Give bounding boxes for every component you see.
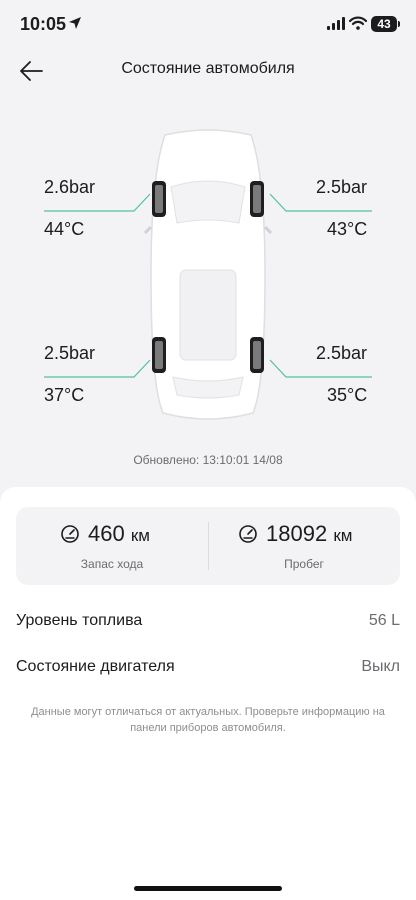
fuel-level-row: Уровень топлива 56 L bbox=[16, 612, 400, 636]
engine-state-row: Состояние двигателя Выкл bbox=[16, 658, 400, 682]
speedometer-icon bbox=[239, 525, 257, 543]
status-time: 10:05 bbox=[20, 14, 67, 34]
front-right-tire-temperature: 43°C bbox=[327, 219, 368, 239]
fuel-level-value: 56 L bbox=[368, 612, 400, 629]
rear-right-indicator-line bbox=[269, 359, 372, 378]
updated-timestamp: Обновлено: 13:10:01 14/08 bbox=[133, 453, 283, 467]
cellular-signal-icon bbox=[327, 17, 345, 30]
battery-icon: 43 bbox=[371, 16, 397, 32]
range-unit: км bbox=[130, 526, 150, 545]
engine-state-value: Выкл bbox=[361, 658, 400, 675]
fuel-level-label: Уровень топлива bbox=[16, 612, 143, 629]
mileage-value: 18092 bbox=[266, 521, 328, 546]
range-stat: 460 км Запас хода bbox=[16, 507, 208, 585]
status-bar: 10:05 43 bbox=[0, 0, 416, 50]
mileage-label: Пробег bbox=[284, 557, 324, 571]
car-top-view-image bbox=[143, 129, 273, 420]
engine-state-label: Состояние двигателя bbox=[16, 658, 175, 675]
front-left-indicator-line bbox=[44, 193, 151, 212]
range-value-group: 460 км bbox=[88, 521, 150, 547]
wifi-icon bbox=[349, 16, 367, 30]
disclaimer-text: Данные могут отличаться от актуальных. П… bbox=[31, 706, 385, 734]
gauge-icon bbox=[61, 525, 79, 543]
rear-left-indicator-line bbox=[44, 359, 151, 378]
range-value: 460 bbox=[88, 521, 125, 546]
mileage-stat: 18092 км Пробег bbox=[208, 507, 400, 585]
page-title: Состояние автомобиля bbox=[121, 60, 295, 77]
battery-tip bbox=[398, 21, 400, 27]
location-arrow-icon bbox=[69, 17, 81, 29]
front-right-indicator-line bbox=[269, 193, 372, 212]
stats-card: 460 км Запас хода 18092 км Пробег bbox=[16, 507, 400, 585]
rear-right-tire-temperature: 35°C bbox=[327, 385, 368, 405]
range-label: Запас хода bbox=[80, 557, 144, 571]
home-indicator[interactable] bbox=[134, 886, 282, 891]
bottom-sheet: 460 км Запас хода 18092 км Пробег Уровен… bbox=[0, 487, 416, 900]
mileage-value-group: 18092 км bbox=[266, 521, 352, 547]
rear-left-tire-temperature: 37°C bbox=[44, 385, 85, 405]
front-left-tire-temperature: 44°C bbox=[44, 219, 85, 239]
mileage-unit: км bbox=[333, 526, 353, 545]
